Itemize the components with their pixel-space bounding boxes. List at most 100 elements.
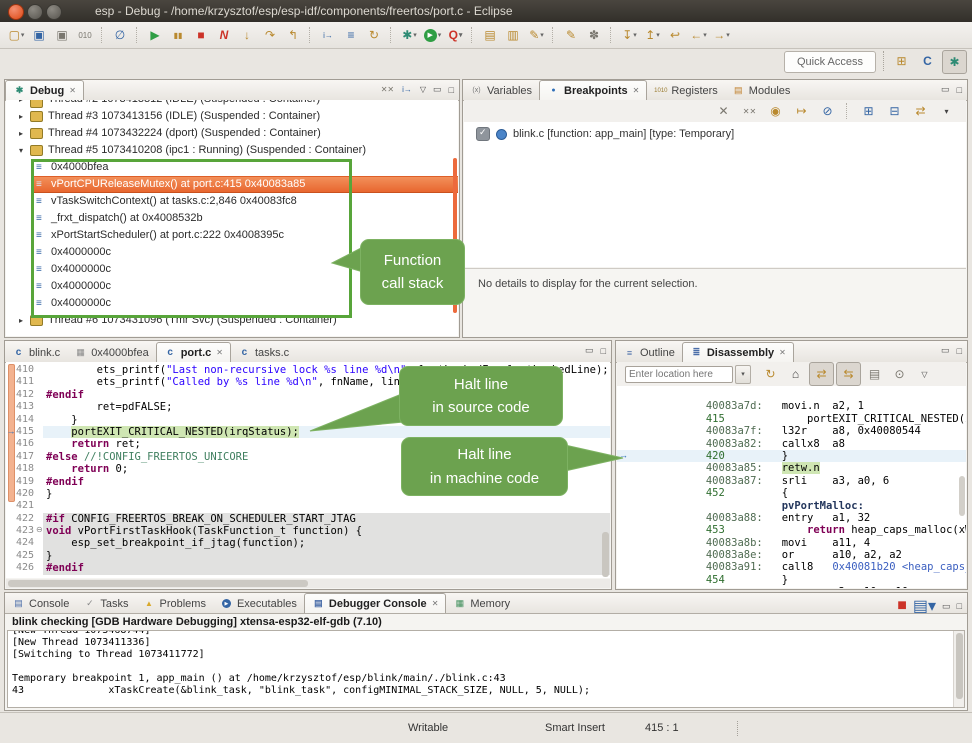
cpp-perspective-button[interactable]: C bbox=[916, 50, 939, 72]
tab-debug[interactable]: Debug ✕ bbox=[5, 80, 84, 100]
profile-button[interactable]: Q ▾ bbox=[444, 24, 467, 46]
last-edit-location-button[interactable]: ↩ bbox=[664, 24, 687, 46]
minimize-button[interactable]: ▭ bbox=[433, 84, 442, 95]
step-into-button[interactable]: ↓ bbox=[236, 24, 259, 46]
link-with-debug-view-button[interactable]: ⇄ bbox=[909, 100, 932, 122]
step-return-button[interactable]: ↰ bbox=[282, 24, 305, 46]
expand-arrow-icon[interactable]: ▸ bbox=[19, 108, 30, 125]
chevron-down-icon[interactable]: ▾ bbox=[540, 31, 544, 39]
toolbar-button[interactable] bbox=[610, 27, 614, 43]
code-line[interactable]: 423 void vPortFirstTaskHook(TaskFunction… bbox=[6, 525, 610, 537]
vertical-scrollbar[interactable] bbox=[953, 631, 964, 707]
instruction-stepping-mode-button[interactable]: i→ bbox=[402, 85, 412, 94]
window-maximize-button[interactable] bbox=[46, 4, 62, 20]
remove-launch-button[interactable]: ■ bbox=[897, 597, 907, 615]
chevron-down-icon[interactable]: ▾ bbox=[633, 31, 637, 39]
chevron-down-icon[interactable]: ▾ bbox=[413, 31, 417, 39]
tab-tasks-c[interactable]: tasks.c bbox=[231, 343, 296, 362]
build-settings-button[interactable]: ✽ bbox=[583, 24, 606, 46]
maximize-button[interactable]: □ bbox=[957, 601, 962, 611]
expand-arrow-icon[interactable]: ▸ bbox=[19, 312, 30, 329]
tab-tasks[interactable]: Tasks bbox=[76, 594, 135, 613]
debug-tree-row[interactable]: 0x4000bfea bbox=[6, 159, 458, 176]
show-debug-context-button[interactable]: ≡ bbox=[340, 24, 363, 46]
maximize-button[interactable]: □ bbox=[449, 85, 454, 95]
debug-tree-row[interactable]: ▸ Thread #3 1073413156 (IDLE) (Suspended… bbox=[6, 108, 458, 125]
tab-close-icon[interactable]: ✕ bbox=[779, 348, 786, 357]
window-minimize-button[interactable] bbox=[27, 4, 43, 20]
tab-close-icon[interactable]: ✕ bbox=[69, 86, 76, 95]
collapse-all-button[interactable]: ⊟ bbox=[883, 100, 906, 122]
save-button[interactable]: ▣ bbox=[28, 24, 51, 46]
tab-disassembly[interactable]: Disassembly ✕ bbox=[682, 342, 794, 362]
disassembly-listing[interactable]: → 40083a7d: movi.n a2, 1 415 portEXIT_CR… bbox=[617, 386, 966, 588]
chevron-down-icon[interactable]: ▾ bbox=[459, 31, 463, 39]
home-icon[interactable]: ⌂ bbox=[784, 363, 807, 385]
location-input[interactable] bbox=[625, 366, 733, 383]
code-line[interactable]: 421 bbox=[6, 500, 610, 512]
toolbar-button[interactable] bbox=[101, 27, 105, 43]
tab-console[interactable]: Console bbox=[5, 594, 76, 613]
window-close-button[interactable] bbox=[8, 4, 24, 20]
new-project-button[interactable]: ▤ bbox=[479, 24, 502, 46]
debug-tree-row[interactable]: vTaskSwitchContext() at tasks.c:2,846 0x… bbox=[6, 193, 458, 210]
debug-tree-row[interactable]: ▸ Thread #6 1073431096 (Tmr Svc) (Suspen… bbox=[6, 312, 458, 329]
instruction-stepping-button[interactable]: i→ bbox=[317, 24, 340, 46]
run-button[interactable]: ▶ ▾ bbox=[421, 24, 444, 46]
tab-memory[interactable]: Memory bbox=[446, 594, 517, 613]
toolbar-button[interactable] bbox=[390, 27, 394, 43]
tab-variables[interactable]: Variables bbox=[463, 81, 539, 100]
code-line[interactable]: 426 #endif bbox=[6, 562, 610, 574]
chevron-down-icon[interactable]: ▾ bbox=[726, 31, 730, 39]
new-wizard-button[interactable]: ▢ ▾ bbox=[5, 24, 28, 46]
view-menu-button[interactable]: ▾ bbox=[935, 100, 958, 122]
skip-all-breakpoints-button[interactable]: ⊘ bbox=[816, 100, 839, 122]
expand-arrow-icon[interactable]: ▸ bbox=[19, 125, 30, 142]
view-menu-button[interactable]: ▽ bbox=[913, 363, 936, 385]
tab-close-icon[interactable]: ✕ bbox=[432, 599, 439, 608]
chevron-down-icon[interactable]: ▾ bbox=[703, 31, 707, 39]
pin-view-button[interactable]: ⊙ bbox=[888, 363, 911, 385]
open-resource-button[interactable]: ▥ bbox=[502, 24, 525, 46]
sync-with-active-context-button[interactable]: ⇄ bbox=[809, 362, 834, 386]
expand-arrow-icon[interactable]: ▸ bbox=[19, 100, 30, 108]
tab-0x4000bfea[interactable]: 0x4000bfea bbox=[67, 343, 156, 362]
fold-marker-icon[interactable]: ⊖ bbox=[36, 525, 43, 534]
view-menu-button[interactable]: ▽ bbox=[420, 85, 426, 94]
step-over-button[interactable]: ↷ bbox=[259, 24, 282, 46]
refresh-icon[interactable]: ↻ bbox=[759, 363, 782, 385]
display-selected-console-button[interactable]: ▤▾ bbox=[913, 596, 936, 616]
code-line[interactable]: 424 esp_set_breakpoint_if_jtag(function)… bbox=[6, 537, 610, 549]
show-source-button[interactable]: ⇆ bbox=[836, 362, 861, 386]
open-new-view-button[interactable]: ▤ bbox=[863, 363, 886, 385]
skip-all-breakpoints-button[interactable]: ∅ bbox=[109, 24, 132, 46]
toolbar-button[interactable] bbox=[552, 27, 556, 43]
chevron-down-icon[interactable]: ▾ bbox=[656, 31, 660, 39]
tab-blink-c[interactable]: blink.c bbox=[5, 343, 67, 362]
tab-debugger-console[interactable]: Debugger Console ✕ bbox=[304, 593, 447, 613]
code-line[interactable]: 425 } bbox=[6, 550, 610, 562]
open-perspective-button[interactable]: ⊞ bbox=[890, 50, 913, 72]
debug-tree-row[interactable]: vPortCPUReleaseMutex() at port.c:415 0x4… bbox=[33, 176, 458, 193]
debug-tree-row[interactable]: ▸ Thread #2 1073413312 (IDLE) (Suspended… bbox=[6, 100, 458, 108]
minimize-button[interactable]: ▭ bbox=[941, 345, 950, 356]
tab-close-icon[interactable]: ✕ bbox=[216, 348, 223, 357]
debug-tree-row[interactable]: ▸ Thread #4 1073432224 (dport) (Suspende… bbox=[6, 125, 458, 142]
disassembly-line[interactable]: 40083a7d: movi.n a2, 1 bbox=[617, 388, 966, 400]
tab-registers[interactable]: Registers bbox=[647, 81, 724, 100]
save-all-button[interactable]: ▣ bbox=[51, 24, 74, 46]
scrollbar-thumb[interactable] bbox=[956, 633, 963, 699]
tab-port-c[interactable]: port.c ✕ bbox=[156, 342, 231, 362]
minimize-button[interactable]: ▭ bbox=[941, 84, 950, 95]
console-output[interactable]: [New Thread 1073468744] [New Thread 1073… bbox=[7, 630, 965, 708]
tab-outline[interactable]: Outline bbox=[616, 343, 682, 362]
debug-button[interactable]: ✱ ▾ bbox=[398, 24, 421, 46]
terminate-button[interactable]: ■ bbox=[190, 24, 213, 46]
tab-problems[interactable]: Problems bbox=[135, 594, 212, 613]
vertical-scrollbar[interactable] bbox=[602, 532, 609, 577]
forward-button[interactable]: → ▾ bbox=[710, 24, 733, 46]
code-line[interactable]: 422 #if CONFIG_FREERTOS_BREAK_ON_SCHEDUL… bbox=[6, 513, 610, 525]
maximize-button[interactable]: □ bbox=[957, 85, 962, 95]
vertical-scrollbar[interactable] bbox=[959, 476, 965, 516]
maximize-button[interactable]: □ bbox=[957, 346, 962, 356]
